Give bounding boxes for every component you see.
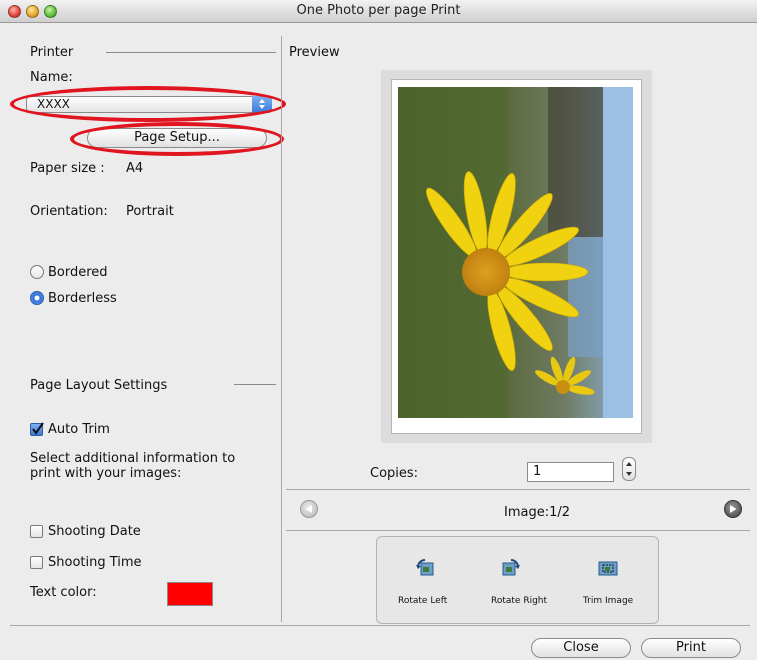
rotate-right-label[interactable]: Rotate Right <box>491 596 547 606</box>
checkmark-icon <box>32 422 44 435</box>
paper-size-value: A4 <box>126 161 144 176</box>
trim-image-label[interactable]: Trim Image <box>583 596 633 606</box>
arrow-right-icon <box>730 505 737 513</box>
nav-bottom-divider <box>286 530 750 531</box>
preview-photo <box>398 87 633 418</box>
rotate-right-icon[interactable] <box>500 557 522 579</box>
text-color-swatch[interactable] <box>167 582 213 606</box>
additional-info-text-line2: print with your images: <box>30 466 182 481</box>
next-image-button[interactable] <box>724 500 742 518</box>
print-dialog-window: One Photo per page Print Printer Name: X… <box>0 0 757 660</box>
rotate-left-icon[interactable] <box>414 557 436 579</box>
shooting-time-checkbox[interactable] <box>30 556 43 569</box>
title-bar[interactable]: One Photo per page Print <box>0 0 757 23</box>
text-color-label: Text color: <box>30 585 97 600</box>
window-title: One Photo per page Print <box>296 3 461 18</box>
print-button[interactable]: Print <box>641 638 741 658</box>
close-button[interactable]: Close <box>531 638 631 658</box>
auto-trim-label[interactable]: Auto Trim <box>48 422 110 437</box>
borderless-radio[interactable] <box>30 291 44 305</box>
shooting-date-checkbox[interactable] <box>30 525 43 538</box>
paper-size-label: Paper size : <box>30 161 105 176</box>
page-layout-divider <box>234 384 276 385</box>
additional-info-text-line1: Select additional information to <box>30 451 236 466</box>
previous-image-button[interactable] <box>300 500 318 518</box>
nav-top-divider <box>286 489 750 490</box>
copies-label: Copies: <box>370 466 419 481</box>
image-counter: Image:1/2 <box>504 505 571 520</box>
borderless-label[interactable]: Borderless <box>48 291 117 306</box>
shooting-time-label[interactable]: Shooting Time <box>48 555 142 570</box>
printer-select[interactable]: XXXX <box>26 96 272 113</box>
bordered-label[interactable]: Bordered <box>48 265 108 280</box>
footer-divider <box>10 625 750 626</box>
panel-divider <box>281 36 282 622</box>
popup-arrows-icon <box>252 96 272 113</box>
stepper-arrows-icon <box>626 462 632 476</box>
rotate-left-label[interactable]: Rotate Left <box>398 596 447 606</box>
copies-stepper[interactable] <box>622 457 636 481</box>
orientation-label: Orientation: <box>30 204 108 219</box>
bordered-radio[interactable] <box>30 265 44 279</box>
trim-image-icon[interactable] <box>597 557 619 579</box>
printer-select-value: XXXX <box>37 97 70 111</box>
printer-section-divider <box>106 52 276 53</box>
page-setup-button[interactable]: Page Setup... <box>87 128 267 148</box>
preview-section-label: Preview <box>289 45 340 60</box>
printer-name-label: Name: <box>30 70 73 85</box>
arrow-left-icon <box>305 505 312 513</box>
printer-section-label: Printer <box>30 45 74 60</box>
auto-trim-checkbox[interactable] <box>30 422 44 436</box>
shooting-date-label[interactable]: Shooting Date <box>48 524 141 539</box>
image-tools-panel <box>376 536 659 624</box>
page-layout-section-label: Page Layout Settings <box>30 378 168 393</box>
copies-input[interactable]: 1 <box>527 462 614 482</box>
orientation-value: Portrait <box>126 204 174 219</box>
